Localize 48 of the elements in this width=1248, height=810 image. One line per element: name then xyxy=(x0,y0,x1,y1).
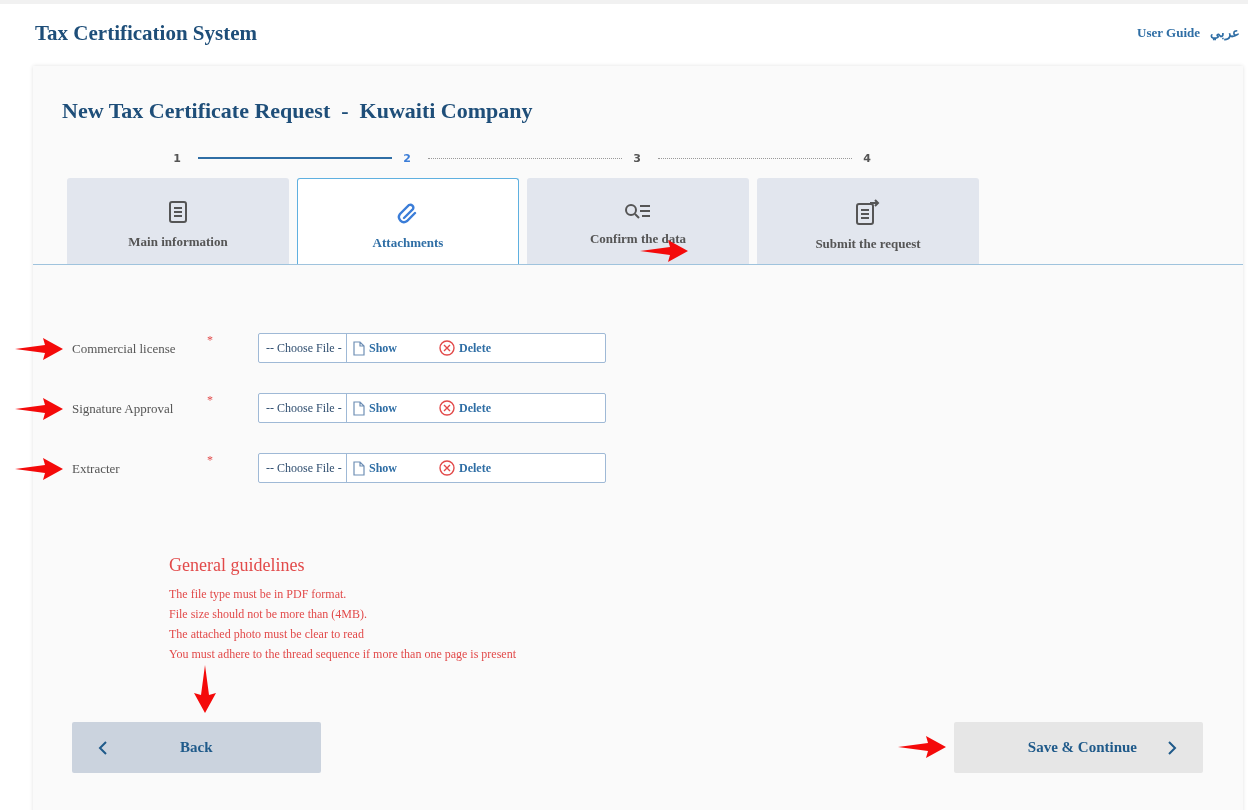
step-number: 1 xyxy=(173,151,181,165)
step-number: 4 xyxy=(863,151,871,165)
delete-icon xyxy=(439,400,455,416)
file-icon xyxy=(353,460,365,476)
guidelines-title: General guidelines xyxy=(169,555,306,576)
document-icon xyxy=(168,200,188,224)
header-link[interactable]: User Guide xyxy=(1137,25,1200,41)
choose-file-placeholder: -- Choose File - xyxy=(265,400,343,416)
file-field[interactable]: -- Choose File - Show Delete xyxy=(258,393,606,423)
page-title: New Tax Certificate Request - Kuwaiti Company xyxy=(62,98,534,124)
delete-link[interactable]: Delete xyxy=(459,400,491,416)
delete-icon xyxy=(439,340,455,356)
required-mark: * xyxy=(207,453,214,468)
file-field[interactable]: -- Choose File - Show Delete xyxy=(258,453,606,483)
header-link[interactable]: عربي xyxy=(1210,25,1240,41)
step-number: 2 xyxy=(403,151,411,165)
step-tab[interactable]: Submit the request xyxy=(757,178,979,264)
nav-button[interactable]: Back xyxy=(72,722,321,773)
step-tab[interactable]: Confirm the data xyxy=(527,178,749,264)
delete-link[interactable]: Delete xyxy=(459,340,491,356)
chevron-left-icon xyxy=(98,739,108,756)
app-title: Tax Certification System xyxy=(35,20,258,46)
show-link[interactable]: Show xyxy=(369,460,397,476)
guideline-text: You must adhere to the thread sequence if more than one page is present xyxy=(169,646,517,663)
choose-file-placeholder: -- Choose File - xyxy=(265,460,343,476)
delete-icon xyxy=(439,460,455,476)
guideline-text: File size should not be more than (4MB). xyxy=(169,606,368,623)
field-label: Extracter xyxy=(72,461,121,477)
step-tab[interactable]: Attachments xyxy=(297,178,519,264)
delete-link[interactable]: Delete xyxy=(459,460,491,476)
required-mark: * xyxy=(207,393,214,408)
file-icon xyxy=(353,340,365,356)
required-mark: * xyxy=(207,333,214,348)
step-tab[interactable]: Main information xyxy=(67,178,289,264)
guideline-text: The file type must be in PDF format. xyxy=(169,586,348,603)
guideline-text: The attached photo must be clear to read xyxy=(169,626,365,643)
search-list-icon xyxy=(624,203,652,221)
document-arrow-icon xyxy=(855,198,881,226)
show-link[interactable]: Show xyxy=(369,340,397,356)
show-link[interactable]: Show xyxy=(369,400,397,416)
step-number: 3 xyxy=(633,151,641,165)
field-label: Signature Approval xyxy=(72,401,175,417)
field-label: Commercial license xyxy=(72,341,177,357)
chevron-right-icon xyxy=(1167,739,1177,756)
choose-file-placeholder: -- Choose File - xyxy=(265,340,343,356)
file-icon xyxy=(353,400,365,416)
file-field[interactable]: -- Choose File - Show Delete xyxy=(258,333,606,363)
nav-button[interactable]: Save & Continue xyxy=(954,722,1203,773)
